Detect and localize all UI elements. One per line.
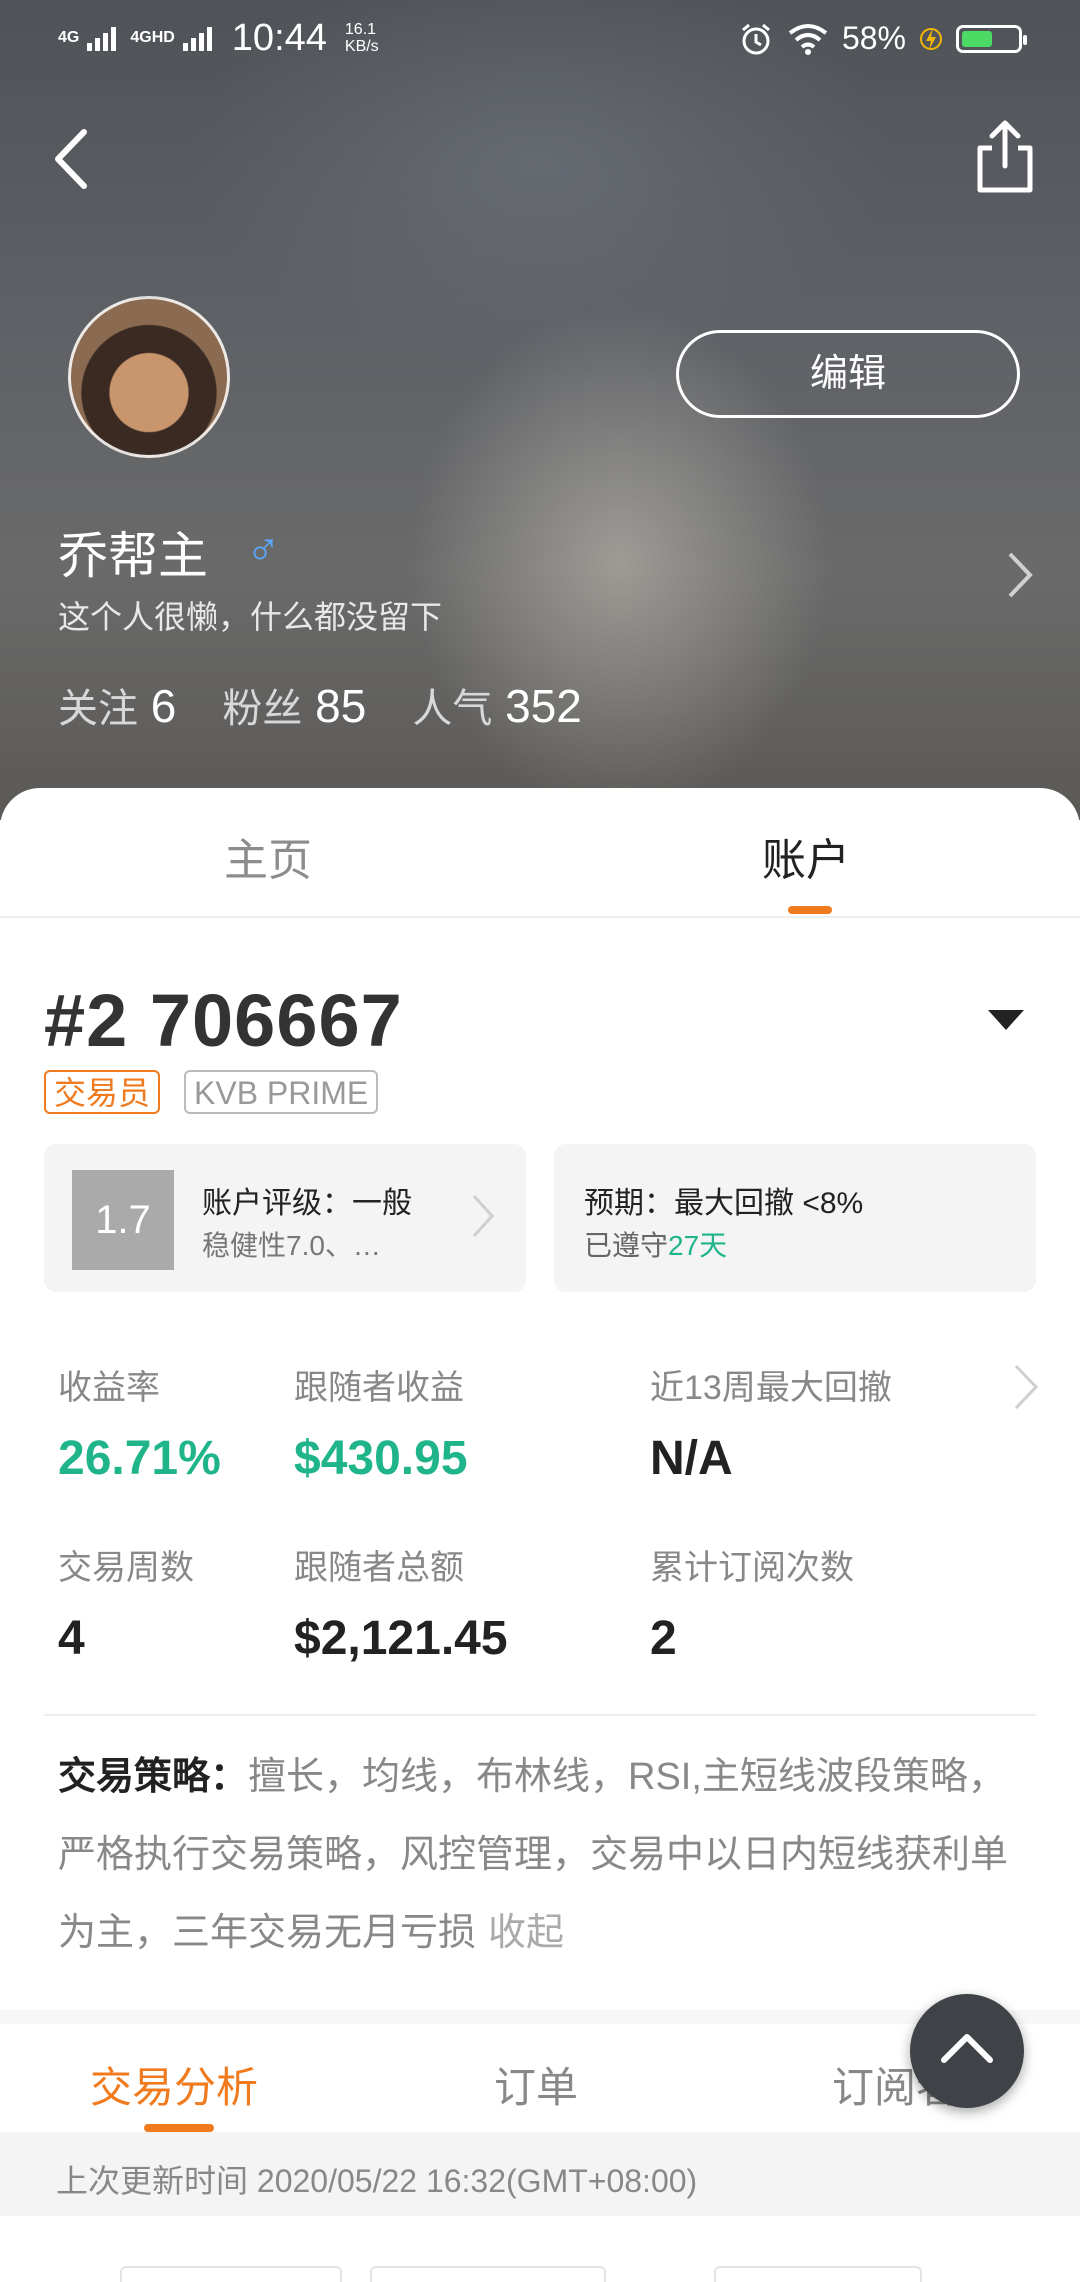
metric-return-rate: 收益率 26.71% <box>58 1360 221 1486</box>
signal-2-label: 4GHD <box>130 29 175 46</box>
tab-trade-analysis[interactable]: 交易分析 <box>90 2054 258 2115</box>
expectation-title: 预期：最大回撤 <8% <box>584 1187 864 1220</box>
expectation-box: 预期：最大回撤 <8% 已遵守27天 <box>554 1144 1036 1292</box>
tab-home[interactable]: 主页 <box>224 824 312 888</box>
profile-header: 4G 4GHD 10:44 16.1 KB/s 58% 编辑 乔帮主 ♂ 这个人… <box>0 0 1080 820</box>
profile-detail-arrow-icon[interactable] <box>1000 548 1040 602</box>
metric-value: N/A <box>650 1432 733 1485</box>
stat-fans-value: 85 <box>315 680 367 732</box>
expectation-subtitle: 已遵守27天 <box>584 1224 727 1264</box>
metric-value: 26.71% <box>58 1432 221 1485</box>
metric-subscription-count: 累计订阅次数 2 <box>650 1540 854 1666</box>
active-subtab-indicator <box>144 2124 214 2132</box>
stat-fans-label: 粉丝 <box>222 687 303 731</box>
user-name: 乔帮主 <box>58 528 208 584</box>
trading-strategy: 交易策略：擅长，均线，布林线，RSI,主短线波段策略，严格执行交易策略，风控管理… <box>58 1738 1038 1972</box>
scroll-to-top-button[interactable] <box>910 1994 1024 2108</box>
signal-1-icon <box>87 25 117 51</box>
metric-value: $2,121.45 <box>294 1612 508 1665</box>
metric-value: 4 <box>58 1612 85 1665</box>
account-rating-box[interactable]: 1.7 账户评级：一般 稳健性7.0、… <box>44 1144 526 1292</box>
signal-2-icon <box>182 25 212 51</box>
metric-max-drawdown[interactable]: 近13周最大回撤 N/A <box>650 1360 892 1486</box>
metric-trading-weeks: 交易周数 4 <box>58 1540 194 1666</box>
expectation-prefix: 已遵守 <box>584 1230 669 1261</box>
metric-follower-profit: 跟随者收益 $430.95 <box>294 1360 468 1486</box>
back-button[interactable] <box>40 124 110 194</box>
update-bar: 上次更新时间 2020/05/22 16:32(GMT+08:00) <box>0 2132 1080 2216</box>
stat-popularity-value: 352 <box>505 680 582 732</box>
stat-popularity: 人气 352 <box>412 676 582 734</box>
avatar[interactable] <box>68 296 230 458</box>
account-number: #2 706667 <box>44 979 403 1062</box>
stat-following-value: 6 <box>150 680 177 732</box>
profile-stats: 关注 6 粉丝 85 人气 352 <box>58 676 582 734</box>
signal-1-label: 4G <box>58 29 80 46</box>
network-speed-unit: KB/s <box>344 38 379 55</box>
active-tab-indicator <box>788 906 832 914</box>
edit-button[interactable]: 编辑 <box>676 330 1020 418</box>
strategy-label: 交易策略： <box>58 1756 249 1798</box>
trader-badge: 交易员 <box>44 1070 161 1114</box>
metric-label: 交易周数 <box>58 1549 194 1587</box>
divider <box>44 1714 1036 1716</box>
metric-label: 近13周最大回撤 <box>650 1369 892 1407</box>
user-bio: 这个人很懒，什么都没留下 <box>58 599 443 635</box>
rating-title: 账户评级：一般 <box>202 1187 412 1220</box>
wifi-icon <box>788 23 828 55</box>
account-dropdown-caret-icon[interactable] <box>988 1010 1024 1030</box>
profile-tabs: 主页 账户 <box>0 788 1080 918</box>
battery-icon <box>956 24 1027 53</box>
charging-icon <box>920 27 942 50</box>
metric-follower-total: 跟随者总额 $2,121.45 <box>294 1540 508 1666</box>
tab-account[interactable]: 账户 <box>762 824 850 888</box>
stat-popularity-label: 人气 <box>412 687 493 731</box>
chart-tab-stubs <box>120 2266 922 2282</box>
share-button[interactable] <box>970 118 1040 194</box>
tier-badge: KVB PRIME <box>184 1070 379 1114</box>
stat-following-label: 关注 <box>58 687 138 731</box>
chevron-right-icon[interactable] <box>1010 1362 1040 1412</box>
metric-label: 累计订阅次数 <box>650 1549 854 1587</box>
chevron-up-icon <box>941 2034 993 2063</box>
expectation-days: 27天 <box>668 1230 728 1261</box>
metric-value: $430.95 <box>294 1432 468 1485</box>
network-speed: 16.1 KB/s <box>345 21 379 55</box>
rating-subtitle: 稳健性7.0、… <box>202 1230 381 1261</box>
last-update-text: 上次更新时间 2020/05/22 16:32(GMT+08:00) <box>56 2163 698 2199</box>
stat-fans[interactable]: 粉丝 85 <box>222 676 366 734</box>
rating-score: 1.7 <box>72 1170 174 1270</box>
battery-percent: 58% <box>841 20 906 56</box>
chevron-right-icon <box>472 1194 495 1238</box>
male-gender-icon: ♂ <box>246 523 281 575</box>
network-speed-value: 16.1 <box>344 21 377 38</box>
tab-orders[interactable]: 订单 <box>494 2054 578 2115</box>
alarm-icon <box>741 23 770 54</box>
metric-value: 2 <box>650 1612 677 1665</box>
metric-label: 跟随者总额 <box>294 1549 464 1587</box>
collapse-link[interactable]: 收起 <box>488 1912 564 1954</box>
metric-label: 跟随者收益 <box>294 1369 464 1407</box>
status-bar: 4G 4GHD 10:44 16.1 KB/s 58% <box>0 0 1080 84</box>
status-time: 10:44 <box>231 17 327 59</box>
stat-following[interactable]: 关注 6 <box>58 676 176 734</box>
metric-label: 收益率 <box>58 1369 160 1407</box>
